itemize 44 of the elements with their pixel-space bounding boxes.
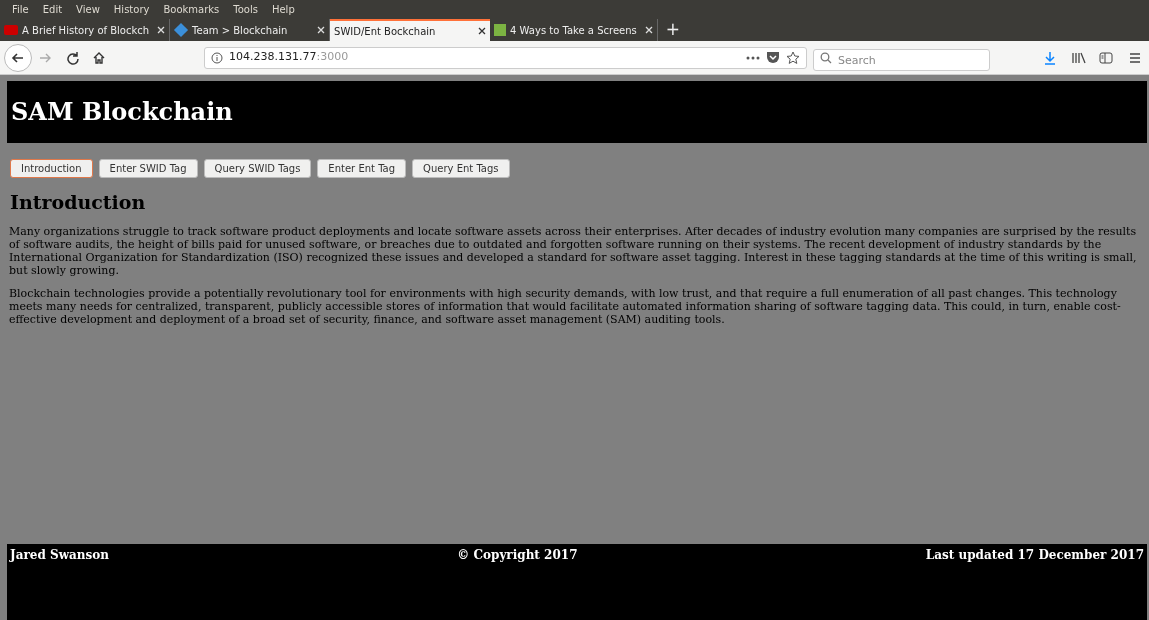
reload-icon[interactable]	[66, 50, 80, 65]
nav-button[interactable]: Query Ent Tags	[412, 159, 510, 178]
back-arrow-icon	[11, 50, 25, 65]
menu-item[interactable]: Bookmarks	[163, 1, 220, 17]
section-heading: Introduction	[9, 190, 147, 215]
sidebar-icon[interactable]	[1099, 51, 1113, 64]
tab-title: 4 Ways to Take a Screens	[510, 23, 638, 38]
nav-button[interactable]: Introduction	[10, 159, 93, 178]
menu-item[interactable]: Edit	[42, 1, 63, 17]
footer-author: Jared Swanson	[10, 547, 109, 564]
close-icon[interactable]	[478, 27, 487, 35]
more-icon[interactable]	[746, 55, 760, 60]
info-icon[interactable]	[211, 51, 223, 64]
tab-title: Team > Blockchain	[192, 23, 289, 38]
library-icon[interactable]	[1071, 50, 1087, 65]
address-bar[interactable]: 104.238.131.77:3000	[204, 46, 807, 69]
tab-title: A Brief History of Blockch	[22, 23, 151, 38]
download-icon[interactable]	[1043, 50, 1057, 65]
nav-button[interactable]: Query SWID Tags	[203, 159, 312, 178]
search-icon	[820, 51, 832, 64]
pocket-icon[interactable]	[766, 51, 780, 64]
menu-item[interactable]: View	[76, 1, 100, 17]
footer-updated: Last updated 17 December 2017	[925, 547, 1144, 564]
site-icon	[4, 25, 18, 35]
footer-copyright: © Copyright 2017	[457, 547, 578, 564]
menu-icon[interactable]	[1129, 51, 1141, 64]
tab-title: SWID/Ent Bockchain	[334, 24, 437, 39]
menu-item[interactable]: File	[12, 1, 29, 17]
paragraph: Many organizations struggle to track software product deployments and locate software assets across their enterprises. After decades of industry evolution many companies are surprised by the results of software audits, the height of bills paid for unused software, or breaches due to outdated and forgotten software running on their systems. The recent development of industry standards by the International Organization for Standardization (ISO) recognized these issues and developed a standard for software asset tagging. Interest in these tagging standards at the time of this writing is small, but slowly growing.	[9, 224, 1138, 277]
home-icon[interactable]	[92, 50, 106, 65]
nav-button[interactable]: Enter Ent Tag	[317, 159, 407, 178]
paragraph: Blockchain technologies provide a potentially revolutionary tool for environments with high security demands, with low trust, and that require a full enumeration of all past changes. This technology meets many needs for centralized, transparent, publicly accessible stores of information that would facilitate automated information sharing of software tagging data. This could, in turn, enable cost-effective development and deployment of a broad set of security, finance, and software asset management (SAM) auditing tools.	[9, 286, 1122, 326]
menu-item[interactable]: Tools	[233, 1, 258, 17]
back-button[interactable]	[4, 43, 32, 72]
browser-tab[interactable]: SWID/Ent Bockchain	[330, 19, 491, 41]
site-title: SAM Blockchain	[11, 96, 233, 128]
menu-item[interactable]: History	[113, 1, 150, 17]
menu-item[interactable]: Help	[271, 1, 295, 17]
new-tab-button[interactable]: +	[657, 19, 688, 41]
star-icon[interactable]	[786, 50, 800, 65]
url-text: 104.238.131.77:3000	[229, 49, 349, 66]
nav-button[interactable]: Enter SWID Tag	[98, 159, 198, 178]
site-icon	[494, 24, 507, 36]
search-field[interactable]: Search	[813, 49, 990, 71]
